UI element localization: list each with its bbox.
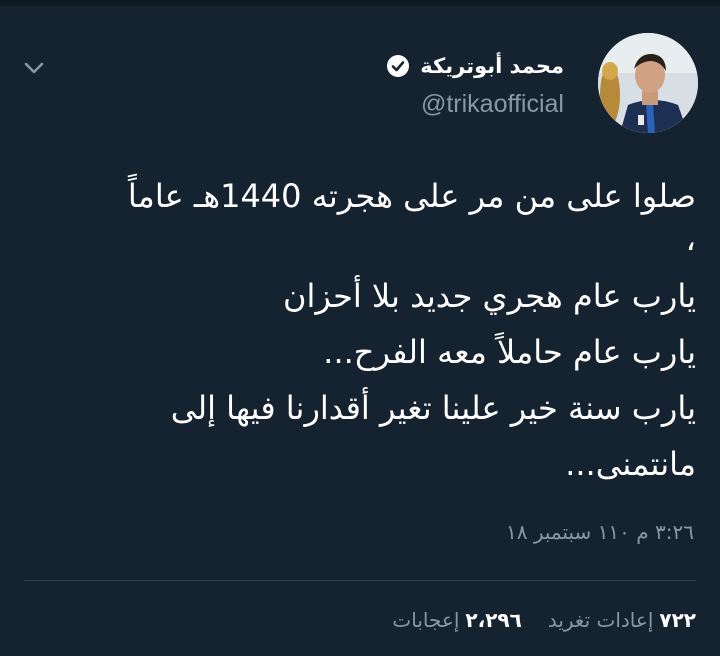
retweets-stat[interactable]: ٧٢٢ إعادات تغريد xyxy=(548,608,696,632)
tweet-text-line: يارب عام هجري جديد بلا أحزان xyxy=(283,277,696,315)
retweets-label: إعادات تغريد xyxy=(547,608,654,632)
author-info[interactable]: محمد أبوتريكة @trikaofficial xyxy=(386,50,564,119)
tweet-text-line: ، xyxy=(685,220,696,258)
tweet-card: محمد أبوتريكة @trikaofficial صلوا على من… xyxy=(0,6,720,656)
tweet-text: صلوا على من مر على هجرته 1440هـ عاماً ، … xyxy=(56,168,696,492)
tweet-text-line: يارب سنة خير علينا تغير أقدارنا فيها إلى xyxy=(170,389,696,427)
author-name-row: محمد أبوتريكة xyxy=(386,50,564,82)
tweet-stats: ٧٢٢ إعادات تغريد ٢،٢٩٦ إعجابات xyxy=(392,608,696,632)
likes-label: إعجابات xyxy=(392,608,460,632)
tweet-text-line: مانتمنى... xyxy=(565,445,696,483)
likes-stat[interactable]: ٢،٢٩٦ إعجابات xyxy=(392,608,521,632)
divider xyxy=(24,580,696,581)
avatar[interactable] xyxy=(598,33,698,133)
author-handle[interactable]: @trikaofficial xyxy=(386,90,564,119)
tweet-text-line: صلوا على من مر على هجرته 1440هـ عاماً xyxy=(127,177,696,215)
retweets-count: ٧٢٢ xyxy=(659,608,696,632)
tweet-timestamp[interactable]: ٣:٢٦ م ١١٠ سبتمبر ١٨ xyxy=(506,520,694,544)
author-display-name[interactable]: محمد أبوتريكة xyxy=(420,54,564,78)
tweet-text-line: يارب عام حاملاً معه الفرح... xyxy=(323,333,696,371)
avatar-photo xyxy=(598,33,698,133)
verified-badge-icon xyxy=(387,55,410,77)
chevron-down-icon[interactable] xyxy=(20,56,48,80)
likes-count: ٢،٢٩٦ xyxy=(465,608,522,632)
